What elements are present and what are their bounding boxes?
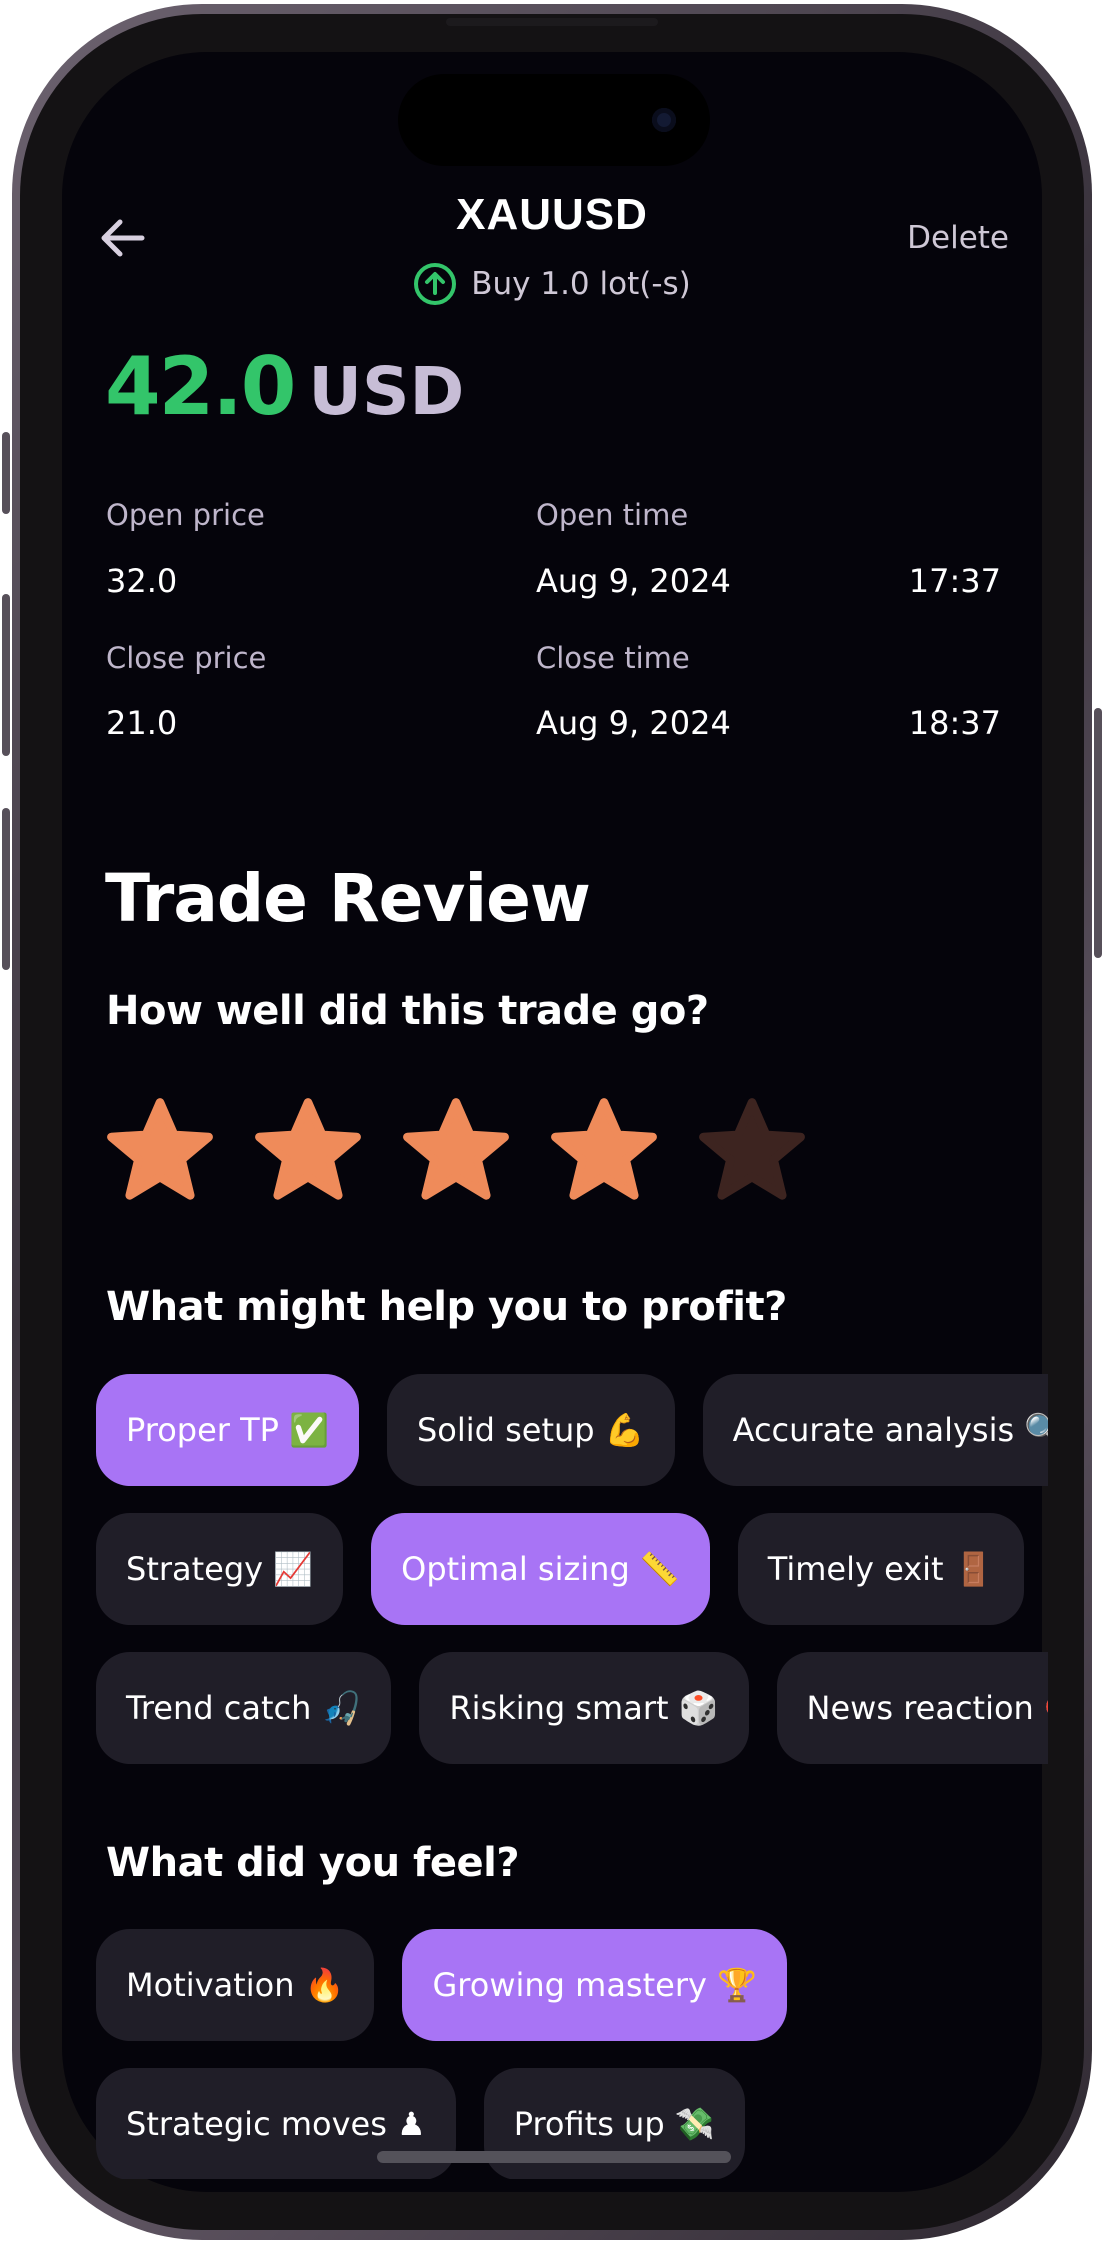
section-title: Trade Review bbox=[105, 860, 591, 937]
volume-up-button bbox=[2, 594, 10, 756]
open-price-value: 32.0 bbox=[106, 562, 178, 600]
close-price-label: Close price bbox=[106, 641, 267, 675]
tag-chip-selected[interactable]: Growing mastery 🏆 bbox=[402, 1929, 787, 2041]
tag-chip[interactable]: Timely exit 🚪 bbox=[737, 1513, 1024, 1625]
tag-chip[interactable]: Accurate analysis 🔍 bbox=[702, 1374, 1048, 1486]
arrow-up-circle-icon bbox=[414, 263, 457, 305]
open-date-value: Aug 9, 2024 bbox=[536, 562, 731, 600]
profit-amount: 42.0 USD bbox=[105, 340, 464, 433]
star-icon[interactable] bbox=[254, 1096, 362, 1204]
star-icon[interactable] bbox=[550, 1096, 658, 1204]
chip-row: Motivation 🔥 Growing mastery 🏆 bbox=[96, 1929, 787, 2041]
chip-row: Trend catch 🎣 Risking smart 🎲 News reactio… bbox=[96, 1652, 1048, 1764]
chip-row: Strategy 📈 Optimal sizing 📏 Timely exit 🚪 bbox=[96, 1513, 1048, 1625]
tag-chip-selected[interactable]: Optimal sizing 📏 bbox=[371, 1513, 710, 1625]
tag-chip[interactable]: Motivation 🔥 bbox=[96, 1929, 375, 2041]
close-time-label: Close time bbox=[536, 641, 690, 675]
chip-row: Proper TP ✅ Solid setup 💪 Accurate analysi… bbox=[96, 1374, 1048, 1486]
star-icon[interactable] bbox=[698, 1096, 806, 1204]
profit-factor-chips: Proper TP ✅ Solid setup 💪 Accurate analysi… bbox=[96, 1374, 1048, 1764]
profit-question: What might help you to profit? bbox=[106, 1284, 787, 1330]
star-icon[interactable] bbox=[106, 1096, 214, 1204]
power-button bbox=[1094, 708, 1102, 958]
tag-chip[interactable]: Solid setup 💪 bbox=[386, 1374, 675, 1486]
tag-chip[interactable]: News reaction 📢 bbox=[776, 1652, 1048, 1764]
tag-chip[interactable]: Risking smart 🎲 bbox=[419, 1652, 749, 1764]
profit-currency: USD bbox=[308, 353, 465, 430]
top-speaker bbox=[446, 18, 658, 26]
tag-chip-selected[interactable]: Proper TP ✅ bbox=[96, 1374, 359, 1486]
open-clock-value: 17:37 bbox=[908, 562, 1001, 600]
camera-icon bbox=[652, 108, 676, 132]
profit-value: 42.0 bbox=[105, 340, 296, 433]
star-icon[interactable] bbox=[402, 1096, 510, 1204]
volume-down-button bbox=[2, 808, 10, 970]
delete-button[interactable]: Delete bbox=[907, 220, 1009, 256]
star-rating bbox=[106, 1096, 806, 1204]
dynamic-island bbox=[398, 74, 710, 166]
tag-chip[interactable]: Strategy 📈 bbox=[96, 1513, 344, 1625]
home-indicator[interactable] bbox=[377, 2151, 731, 2163]
feeling-chips: Motivation 🔥 Growing mastery 🏆 Strategic m… bbox=[96, 1929, 1048, 2179]
close-price-value: 21.0 bbox=[106, 704, 178, 742]
trade-summary-text: Buy 1.0 lot(-s) bbox=[471, 266, 691, 302]
rating-question: How well did this trade go? bbox=[106, 988, 709, 1034]
trade-summary: Buy 1.0 lot(-s) bbox=[0, 262, 1104, 306]
action-button bbox=[2, 432, 10, 514]
close-clock-value: 18:37 bbox=[908, 704, 1001, 742]
feel-question: What did you feel? bbox=[106, 1840, 520, 1886]
open-time-label: Open time bbox=[536, 498, 689, 532]
close-date-value: Aug 9, 2024 bbox=[536, 704, 731, 742]
open-price-label: Open price bbox=[106, 498, 265, 532]
tag-chip[interactable]: Trend catch 🎣 bbox=[96, 1652, 392, 1764]
